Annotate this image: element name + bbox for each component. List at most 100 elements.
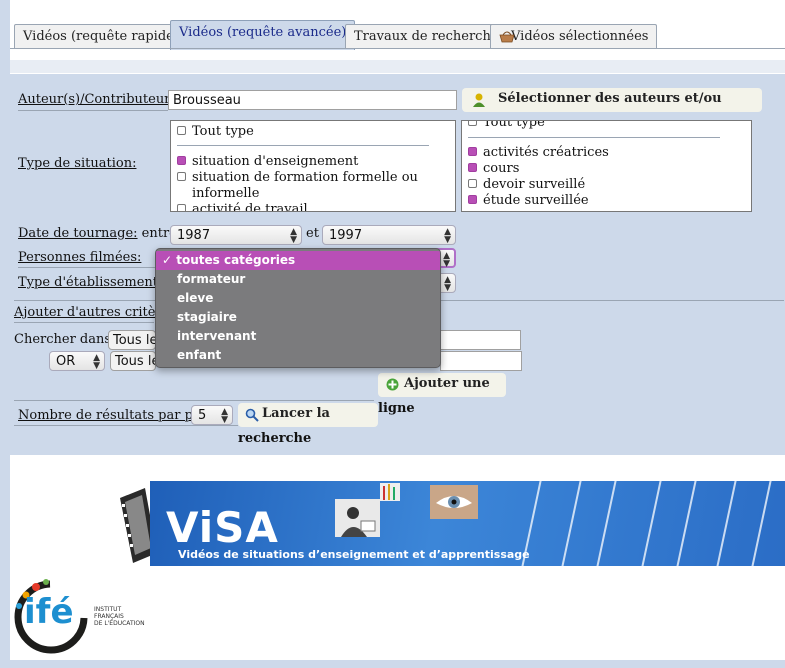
ife-logo: ifé INSTITUT FRANÇAIS DE L'ÉDUCATION bbox=[10, 576, 150, 656]
list-item[interactable]: devoir surveillé bbox=[468, 177, 585, 192]
tab-label: Vidéos (requête avancée) bbox=[179, 25, 347, 40]
checkbox[interactable] bbox=[177, 126, 186, 135]
search-term-2-input[interactable] bbox=[440, 351, 522, 371]
operator-select[interactable]: OR ▲ ▼ bbox=[49, 351, 105, 371]
date-label: Date de tournage: bbox=[18, 226, 138, 241]
establishment-label: Type d'établissement: bbox=[18, 275, 163, 290]
section-divider bbox=[14, 322, 154, 323]
list-divider bbox=[468, 137, 720, 138]
authors-underline bbox=[18, 110, 168, 111]
launch-search-button[interactable]: Lancer la bbox=[238, 403, 378, 427]
select-authors-button[interactable]: Sélectionner des auteurs et/ou bbox=[462, 88, 762, 112]
list-item[interactable]: Tout type bbox=[177, 124, 254, 139]
person-icon bbox=[472, 92, 486, 112]
visa-banner: ViSA Vidéos de situations d’enseignement… bbox=[150, 481, 785, 566]
checkbox[interactable] bbox=[468, 179, 477, 188]
search-term-1-input[interactable] bbox=[440, 330, 521, 350]
tab-bar-divider bbox=[10, 48, 785, 49]
list-item[interactable]: Tout type bbox=[468, 121, 545, 130]
checkbox[interactable] bbox=[468, 195, 477, 204]
tab-research-works[interactable]: Travaux de recherche bbox=[345, 24, 508, 48]
launch-search-label: Lancer la bbox=[262, 406, 330, 421]
operator-value: OR bbox=[56, 354, 76, 369]
situation-list-left[interactable]: Tout type situation d'enseignement situa… bbox=[170, 120, 456, 212]
basket-icon bbox=[499, 30, 515, 43]
checkmark-icon: ✓ bbox=[162, 253, 173, 267]
add-line-label: Ajouter une bbox=[404, 376, 490, 391]
tab-quick-search[interactable]: Vidéos (requête rapide) bbox=[14, 24, 188, 48]
eye-photo bbox=[430, 485, 478, 519]
checkbox[interactable] bbox=[468, 163, 477, 172]
banner-stripe bbox=[673, 481, 699, 566]
date-to-select[interactable]: 1997 ▲ ▼ bbox=[322, 225, 456, 245]
updown-arrows-icon: ▲ ▼ bbox=[290, 227, 297, 245]
ife-logo-caption: INSTITUT FRANÇAIS DE L'ÉDUCATION bbox=[94, 606, 145, 627]
banner-stripe bbox=[593, 481, 619, 566]
tab-label: Vidéos sélectionnées bbox=[511, 29, 649, 44]
classroom-photo bbox=[335, 499, 380, 537]
persons-dropdown-menu: ✓ toutes catégories formateur eleve stag… bbox=[155, 248, 441, 368]
date-from-select[interactable]: 1987 ▲ ▼ bbox=[170, 225, 302, 245]
list-item[interactable]: situation d'enseignement bbox=[177, 154, 358, 169]
persons-label: Personnes filmées: bbox=[18, 250, 142, 265]
results-per-page-value: 5 bbox=[198, 408, 207, 423]
situation-list-right[interactable]: Tout type activités créatrices cours dev… bbox=[461, 120, 752, 212]
dropdown-option[interactable]: ✓ toutes catégories bbox=[156, 251, 440, 270]
section-divider bbox=[14, 425, 238, 426]
date-and-label: et bbox=[306, 226, 319, 241]
dropdown-option[interactable]: stagiaire bbox=[156, 308, 440, 327]
updown-arrows-icon: ▲ ▼ bbox=[221, 407, 228, 425]
authors-label: Auteur(s)/Contributeur(s): bbox=[18, 92, 192, 107]
banner-stripe bbox=[638, 481, 664, 566]
updown-arrows-icon: ▲ ▼ bbox=[93, 353, 100, 371]
date-from-value: 1987 bbox=[177, 228, 211, 243]
ife-logo-text: ifé bbox=[24, 592, 74, 632]
list-divider bbox=[177, 145, 429, 146]
tab-label: Vidéos (requête rapide) bbox=[23, 29, 179, 44]
select-authors-label: Sélectionner des auteurs et/ou bbox=[498, 91, 722, 106]
persons-underline bbox=[18, 267, 158, 268]
checkbox[interactable] bbox=[468, 147, 477, 156]
tab-label: Travaux de recherche bbox=[354, 29, 499, 44]
magnifier-icon bbox=[245, 408, 259, 426]
situation-label: Type de situation: bbox=[18, 156, 137, 171]
date-to-value: 1997 bbox=[329, 228, 363, 243]
dropdown-option[interactable]: eleve bbox=[156, 289, 440, 308]
banner-stripe bbox=[558, 481, 584, 566]
plus-icon bbox=[386, 378, 399, 395]
visa-title: ViSA bbox=[166, 503, 279, 552]
list-item[interactable]: étude surveillée bbox=[468, 193, 589, 208]
banner-stripe bbox=[748, 481, 774, 566]
visa-subtitle: Vidéos de situations d’enseignement et d… bbox=[178, 548, 530, 561]
tab-advanced-search[interactable]: Vidéos (requête avancée) bbox=[170, 20, 356, 50]
list-item[interactable]: situation de formation formelle ou bbox=[177, 170, 418, 185]
search-field-1-select[interactable]: Tous le bbox=[108, 330, 156, 350]
launch-search-label-continuation: recherche bbox=[238, 431, 312, 446]
checkbox[interactable] bbox=[177, 156, 186, 165]
section-divider bbox=[14, 400, 374, 401]
list-item[interactable]: activité de travail bbox=[177, 202, 308, 211]
checkbox[interactable] bbox=[177, 172, 186, 181]
dropdown-option[interactable]: formateur bbox=[156, 270, 440, 289]
updown-arrows-icon: ▲ ▼ bbox=[444, 227, 451, 245]
checkbox[interactable] bbox=[177, 204, 186, 211]
list-item-continuation: informelle bbox=[192, 186, 260, 201]
list-item[interactable]: activités créatrices bbox=[468, 145, 609, 160]
authors-input[interactable]: Brousseau bbox=[168, 90, 457, 110]
results-per-page-select[interactable]: 5 ▲ ▼ bbox=[191, 405, 233, 425]
panel-top-band bbox=[10, 60, 785, 74]
updown-arrows-icon: ▲ ▼ bbox=[443, 251, 450, 269]
add-line-label-continuation: ligne bbox=[378, 401, 415, 416]
updown-arrows-icon: ▲ ▼ bbox=[444, 275, 451, 293]
checkbox[interactable] bbox=[468, 121, 477, 126]
search-in-label: Chercher dans : bbox=[14, 332, 120, 347]
tab-selected-videos[interactable]: Vidéos sélectionnées bbox=[490, 24, 658, 48]
date-label-row: Date de tournage: entre bbox=[18, 226, 177, 241]
dropdown-option[interactable]: intervenant bbox=[156, 327, 440, 346]
add-line-button[interactable]: Ajouter une bbox=[378, 373, 506, 397]
dropdown-option[interactable]: enfant bbox=[156, 346, 440, 365]
search-field-2-select[interactable]: Tous le bbox=[110, 351, 156, 371]
pencils-photo bbox=[380, 483, 400, 501]
tab-bar: Vidéos (requête rapide) Vidéos (requête … bbox=[10, 12, 785, 50]
list-item[interactable]: cours bbox=[468, 161, 519, 176]
